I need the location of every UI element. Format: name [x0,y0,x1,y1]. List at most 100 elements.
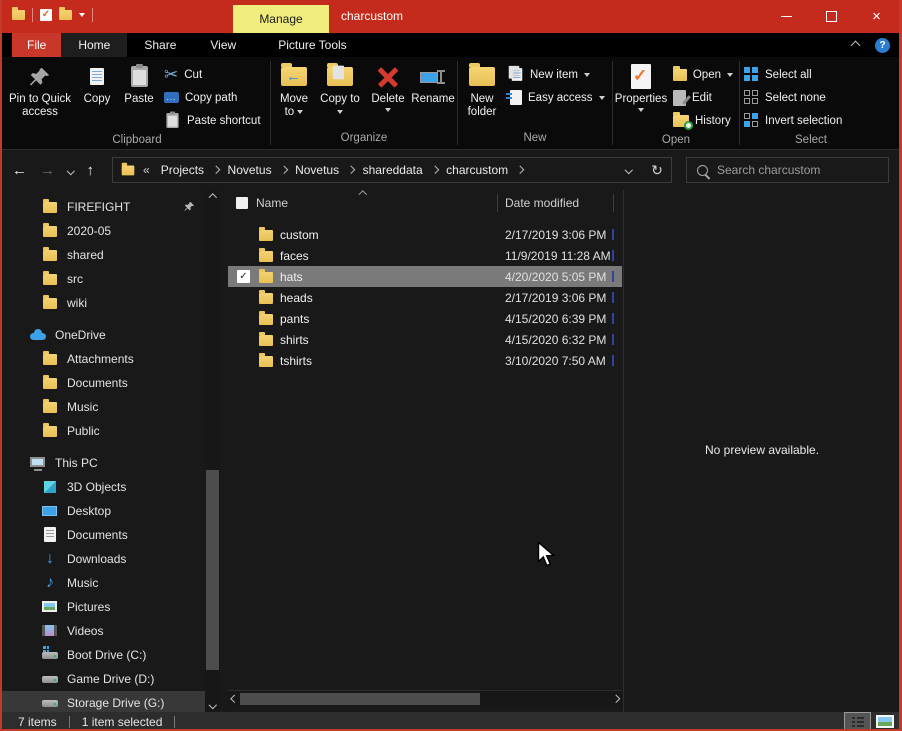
copy-path-button[interactable]: ... Copy path [160,86,270,109]
forward-button[interactable]: → [40,162,55,179]
new-folder-button[interactable]: New folder [458,60,506,119]
scroll-right-arrow[interactable] [609,691,622,706]
tab-view[interactable]: View [193,33,253,57]
minimize-button[interactable] [764,0,809,33]
breadcrumb-segment[interactable]: Novetus [288,163,356,177]
file-row[interactable]: ✓ heads 2/17/2019 3:06 PM [228,287,622,308]
sidebar-item[interactable]: Music [2,395,205,419]
file-row[interactable]: ✓ hats 4/20/2020 5:05 PM [228,266,622,287]
chevron-right-icon[interactable] [212,166,220,174]
sidebar-item[interactable]: wiki [2,291,205,315]
folder-icon[interactable] [12,10,25,20]
breadcrumb-segment[interactable]: shareddata [356,163,440,177]
open-button[interactable]: Open [669,63,737,86]
search-input[interactable]: Search charcustom [686,157,889,183]
cut-button[interactable]: ✂ Cut [160,63,270,86]
sidebar-item[interactable]: shared [2,243,205,267]
checkbox-icon[interactable]: ✓ [40,9,52,21]
sidebar-item-label: 2020-05 [67,224,111,238]
properties-button[interactable]: Properties [613,60,669,112]
file-row[interactable]: ✓ faces 11/9/2019 11:28 AM [228,245,622,266]
refresh-button[interactable]: ↻ [643,158,671,182]
pin-to-quick-access-button[interactable]: Pin to Quick access [4,60,76,119]
breadcrumb-segment[interactable]: Novetus [221,163,289,177]
chevron-right-icon[interactable] [516,166,524,174]
row-checkbox[interactable]: ✓ [237,270,250,283]
address-bar[interactable]: « Projects Novetus Novetus shareddata [112,157,672,183]
sidebar-item[interactable]: Public [2,419,205,443]
invert-selection-button[interactable]: Invert selection [740,109,880,132]
file-row[interactable]: ✓ custom 2/17/2019 3:06 PM [228,224,622,245]
sidebar-item[interactable]: Downloads [2,547,205,571]
column-header-name[interactable]: Name [256,196,288,210]
paste-shortcut-button[interactable]: Paste shortcut [160,109,270,132]
chevron-right-icon[interactable] [279,166,287,174]
breadcrumb-label: Projects [154,163,211,177]
close-button[interactable]: × [854,0,899,33]
recent-locations-icon[interactable] [67,167,75,175]
up-button[interactable]: ↑ [87,162,95,179]
select-all-checkbox[interactable] [236,197,248,209]
tab-manage[interactable]: Manage [233,5,329,33]
sidebar-item[interactable]: 3D Objects [2,475,205,499]
rename-button[interactable]: Rename [409,60,457,106]
copy-button[interactable]: Copy [76,60,118,106]
back-button[interactable]: ← [12,162,27,179]
easy-access-button[interactable]: Easy access [506,86,610,109]
move-to-button[interactable]: ← Move to [271,60,317,119]
sidebar-item[interactable]: OneDrive [2,323,205,347]
maximize-icon [826,11,837,22]
column-divider[interactable] [613,194,614,212]
maximize-button[interactable] [809,0,854,33]
sidebar-item[interactable]: Documents [2,523,205,547]
file-list-horizontal-scrollbar[interactable] [228,690,622,706]
select-none-button[interactable]: Select none [740,86,880,109]
collapse-ribbon-icon[interactable] [851,40,861,50]
chevron-right-icon[interactable] [347,166,355,174]
tab-file[interactable]: File [12,33,61,57]
breadcrumb-overflow[interactable]: « [143,163,150,177]
title-bar[interactable]: ✓ Manage charcustom × [0,0,902,33]
history-button[interactable]: History [669,109,737,132]
breadcrumb-label: Novetus [288,163,346,177]
column-header-date-modified[interactable]: Date modified [505,196,579,210]
sidebar-item[interactable]: Pictures [2,595,205,619]
sidebar-item[interactable]: 2020-05 [2,219,205,243]
sidebar-scrollbar[interactable] [205,190,220,712]
scrollbar-thumb[interactable] [240,693,480,705]
breadcrumb-segment[interactable]: charcustom [439,163,525,177]
select-all-button[interactable]: Select all [740,63,880,86]
edit-button[interactable]: Edit [669,86,737,109]
help-icon[interactable]: ? [875,38,890,53]
file-row[interactable]: ✓ tshirts 3/10/2020 7:50 AM [228,350,622,371]
sidebar-item[interactable]: src [2,267,205,291]
column-divider[interactable] [497,194,498,212]
file-row[interactable]: ✓ pants 4/15/2020 6:39 PM [228,308,622,329]
scroll-up-arrow[interactable] [205,190,220,205]
qat-dropdown-icon[interactable] [79,13,85,17]
sidebar-item[interactable]: Documents [2,371,205,395]
new-item-button[interactable]: New item [506,63,610,86]
copy-to-button[interactable]: Copy to [317,60,363,119]
breadcrumb-segment[interactable]: Projects [154,163,221,177]
sidebar-item[interactable]: FIREFIGHT [2,195,205,219]
sidebar-item[interactable]: Storage Drive (G:) [2,691,205,712]
scroll-down-arrow[interactable] [205,697,220,712]
folder-icon[interactable] [59,10,72,20]
file-row[interactable]: ✓ shirts 4/15/2020 6:32 PM [228,329,622,350]
sidebar-item[interactable]: Desktop [2,499,205,523]
sidebar-item[interactable]: Videos [2,619,205,643]
tab-share[interactable]: Share [127,33,193,57]
tab-home[interactable]: Home [61,33,127,57]
chevron-right-icon[interactable] [431,166,439,174]
sidebar-item[interactable]: Music [2,571,205,595]
address-dropdown-button[interactable] [615,158,643,182]
delete-button[interactable]: Delete [367,60,409,112]
sidebar-item[interactable]: Boot Drive (C:) [2,643,205,667]
tab-picture-tools[interactable]: Picture Tools [261,33,363,57]
sidebar-item[interactable]: Game Drive (D:) [2,667,205,691]
paste-button[interactable]: Paste [118,60,160,106]
sidebar-item[interactable]: This PC [2,451,205,475]
sidebar-item[interactable]: Attachments [2,347,205,371]
scrollbar-thumb[interactable] [206,470,219,670]
